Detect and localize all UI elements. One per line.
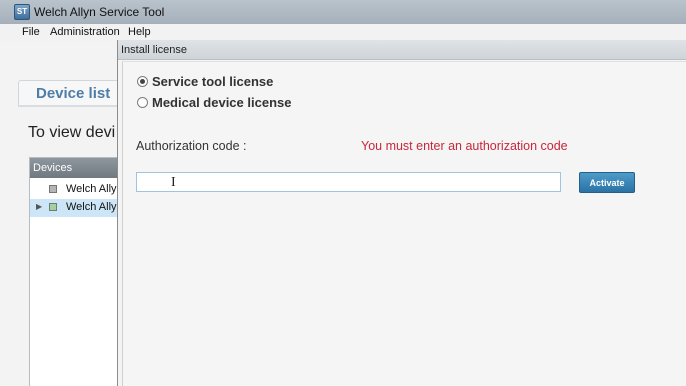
tab-device-list[interactable]: Device list	[18, 80, 128, 106]
tab-device-list-label: Device list	[36, 85, 111, 102]
devices-header-label: Devices	[33, 162, 73, 174]
window-title: Welch Allyn Service Tool	[34, 5, 165, 19]
authorization-code-label: Authorization code :	[136, 139, 247, 153]
instruction-text: To view devi	[28, 124, 116, 141]
device-row[interactable]: ▶ Welch Allyn	[30, 199, 128, 217]
dialog-title-bar[interactable]: Install license	[118, 40, 686, 60]
service-tool-license-label[interactable]: Service tool license	[152, 74, 273, 89]
devices-panel: Devices Welch Allyn ▶ Welch Allyn	[29, 157, 129, 386]
authorization-code-input[interactable]	[136, 172, 561, 192]
expand-arrow-icon[interactable]: ▶	[36, 202, 42, 211]
dialog-body: Service tool license Medical device lice…	[122, 61, 686, 386]
text-cursor-icon: I	[171, 175, 176, 190]
menu-administration[interactable]: Administration	[50, 26, 120, 38]
device-status-icon	[49, 203, 57, 211]
device-label: Welch Allyn	[66, 201, 123, 213]
devices-column-header[interactable]: Devices	[30, 158, 128, 178]
device-row[interactable]: Welch Allyn	[30, 181, 128, 199]
menu-help[interactable]: Help	[128, 26, 151, 38]
device-label: Welch Allyn	[66, 183, 123, 195]
app-icon: ST	[14, 4, 30, 20]
dialog-title: Install license	[121, 44, 188, 56]
radio-unselected-icon[interactable]	[137, 97, 148, 108]
radio-selected-icon[interactable]	[137, 76, 148, 87]
authorization-error-message: You must enter an authorization code	[361, 139, 568, 153]
tab-divider	[18, 105, 128, 107]
medical-device-license-label[interactable]: Medical device license	[152, 95, 291, 110]
install-license-dialog: Install license Service tool license Med…	[117, 40, 686, 386]
title-bar[interactable]: ST Welch Allyn Service Tool	[0, 0, 686, 24]
activate-button[interactable]: Activate	[579, 172, 635, 193]
device-status-icon	[49, 185, 57, 193]
menu-file[interactable]: File	[22, 26, 40, 38]
